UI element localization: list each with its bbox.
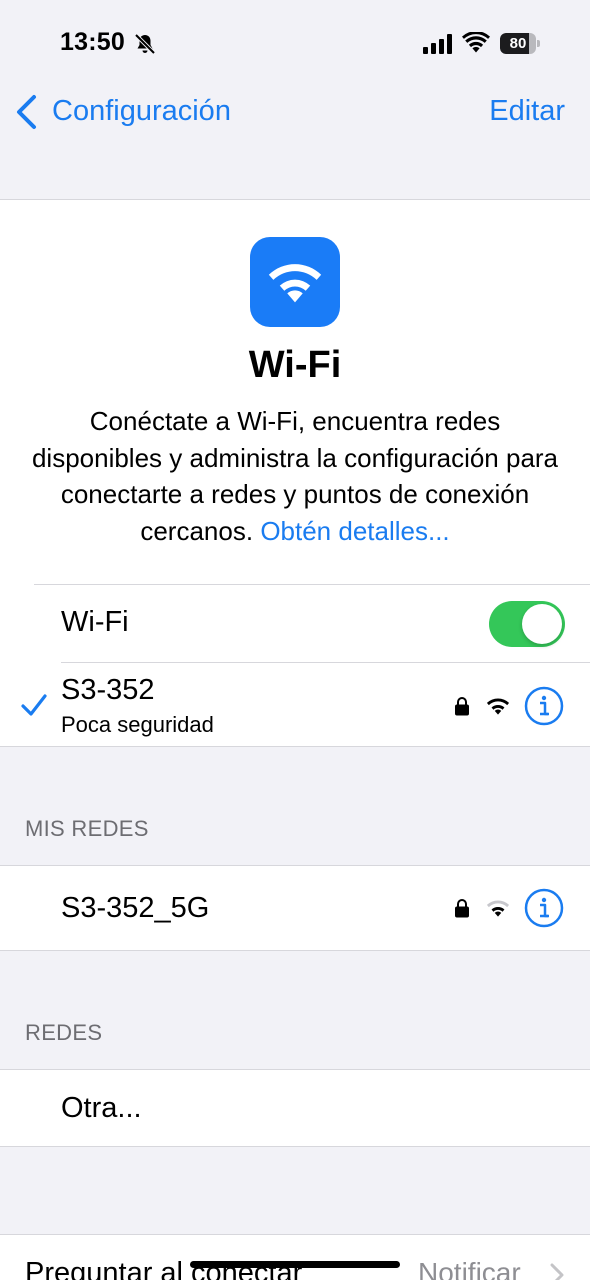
info-icon[interactable] bbox=[524, 888, 564, 928]
status-time: 13:50 bbox=[60, 28, 125, 56]
cellular-signal-icon bbox=[423, 34, 452, 54]
back-button[interactable]: Configuración bbox=[52, 95, 231, 128]
connected-network-name[interactable]: S3-352 bbox=[61, 674, 155, 707]
other-network-button[interactable]: Otra... bbox=[61, 1092, 142, 1125]
wifi-status-icon bbox=[462, 32, 490, 53]
bell-slash-icon bbox=[134, 33, 156, 55]
network-name[interactable]: S3-352_5G bbox=[61, 892, 209, 925]
battery-icon: 80 bbox=[500, 33, 540, 54]
battery-percentage: 80 bbox=[509, 35, 527, 52]
wifi-signal-icon bbox=[486, 698, 510, 715]
ask-to-join-value[interactable]: Notificar bbox=[418, 1257, 521, 1280]
wifi-app-icon bbox=[250, 237, 340, 327]
edit-button[interactable]: Editar bbox=[489, 95, 565, 128]
home-indicator bbox=[190, 1261, 400, 1268]
chevron-right-icon bbox=[550, 1263, 564, 1280]
wifi-toggle[interactable] bbox=[489, 601, 565, 647]
back-chevron-icon[interactable] bbox=[14, 94, 38, 130]
learn-more-link[interactable]: Obtén detalles... bbox=[260, 516, 449, 546]
connected-network-security: Poca seguridad bbox=[61, 712, 214, 737]
lock-icon bbox=[455, 899, 469, 918]
toggle-knob bbox=[522, 604, 562, 644]
page-title: Wi-Fi bbox=[248, 344, 342, 386]
divider bbox=[34, 584, 590, 585]
wifi-toggle-label: Wi-Fi bbox=[61, 606, 129, 638]
checkmark-icon bbox=[21, 694, 47, 716]
info-icon[interactable] bbox=[524, 686, 564, 726]
wifi-description: Conéctate a Wi-Fi, encuentra redes dispo… bbox=[30, 403, 560, 549]
wifi-signal-icon bbox=[486, 900, 510, 917]
lock-icon bbox=[455, 697, 469, 716]
my-networks-header: MIS REDES bbox=[25, 816, 149, 841]
networks-header: REDES bbox=[25, 1020, 103, 1045]
divider bbox=[61, 662, 590, 663]
